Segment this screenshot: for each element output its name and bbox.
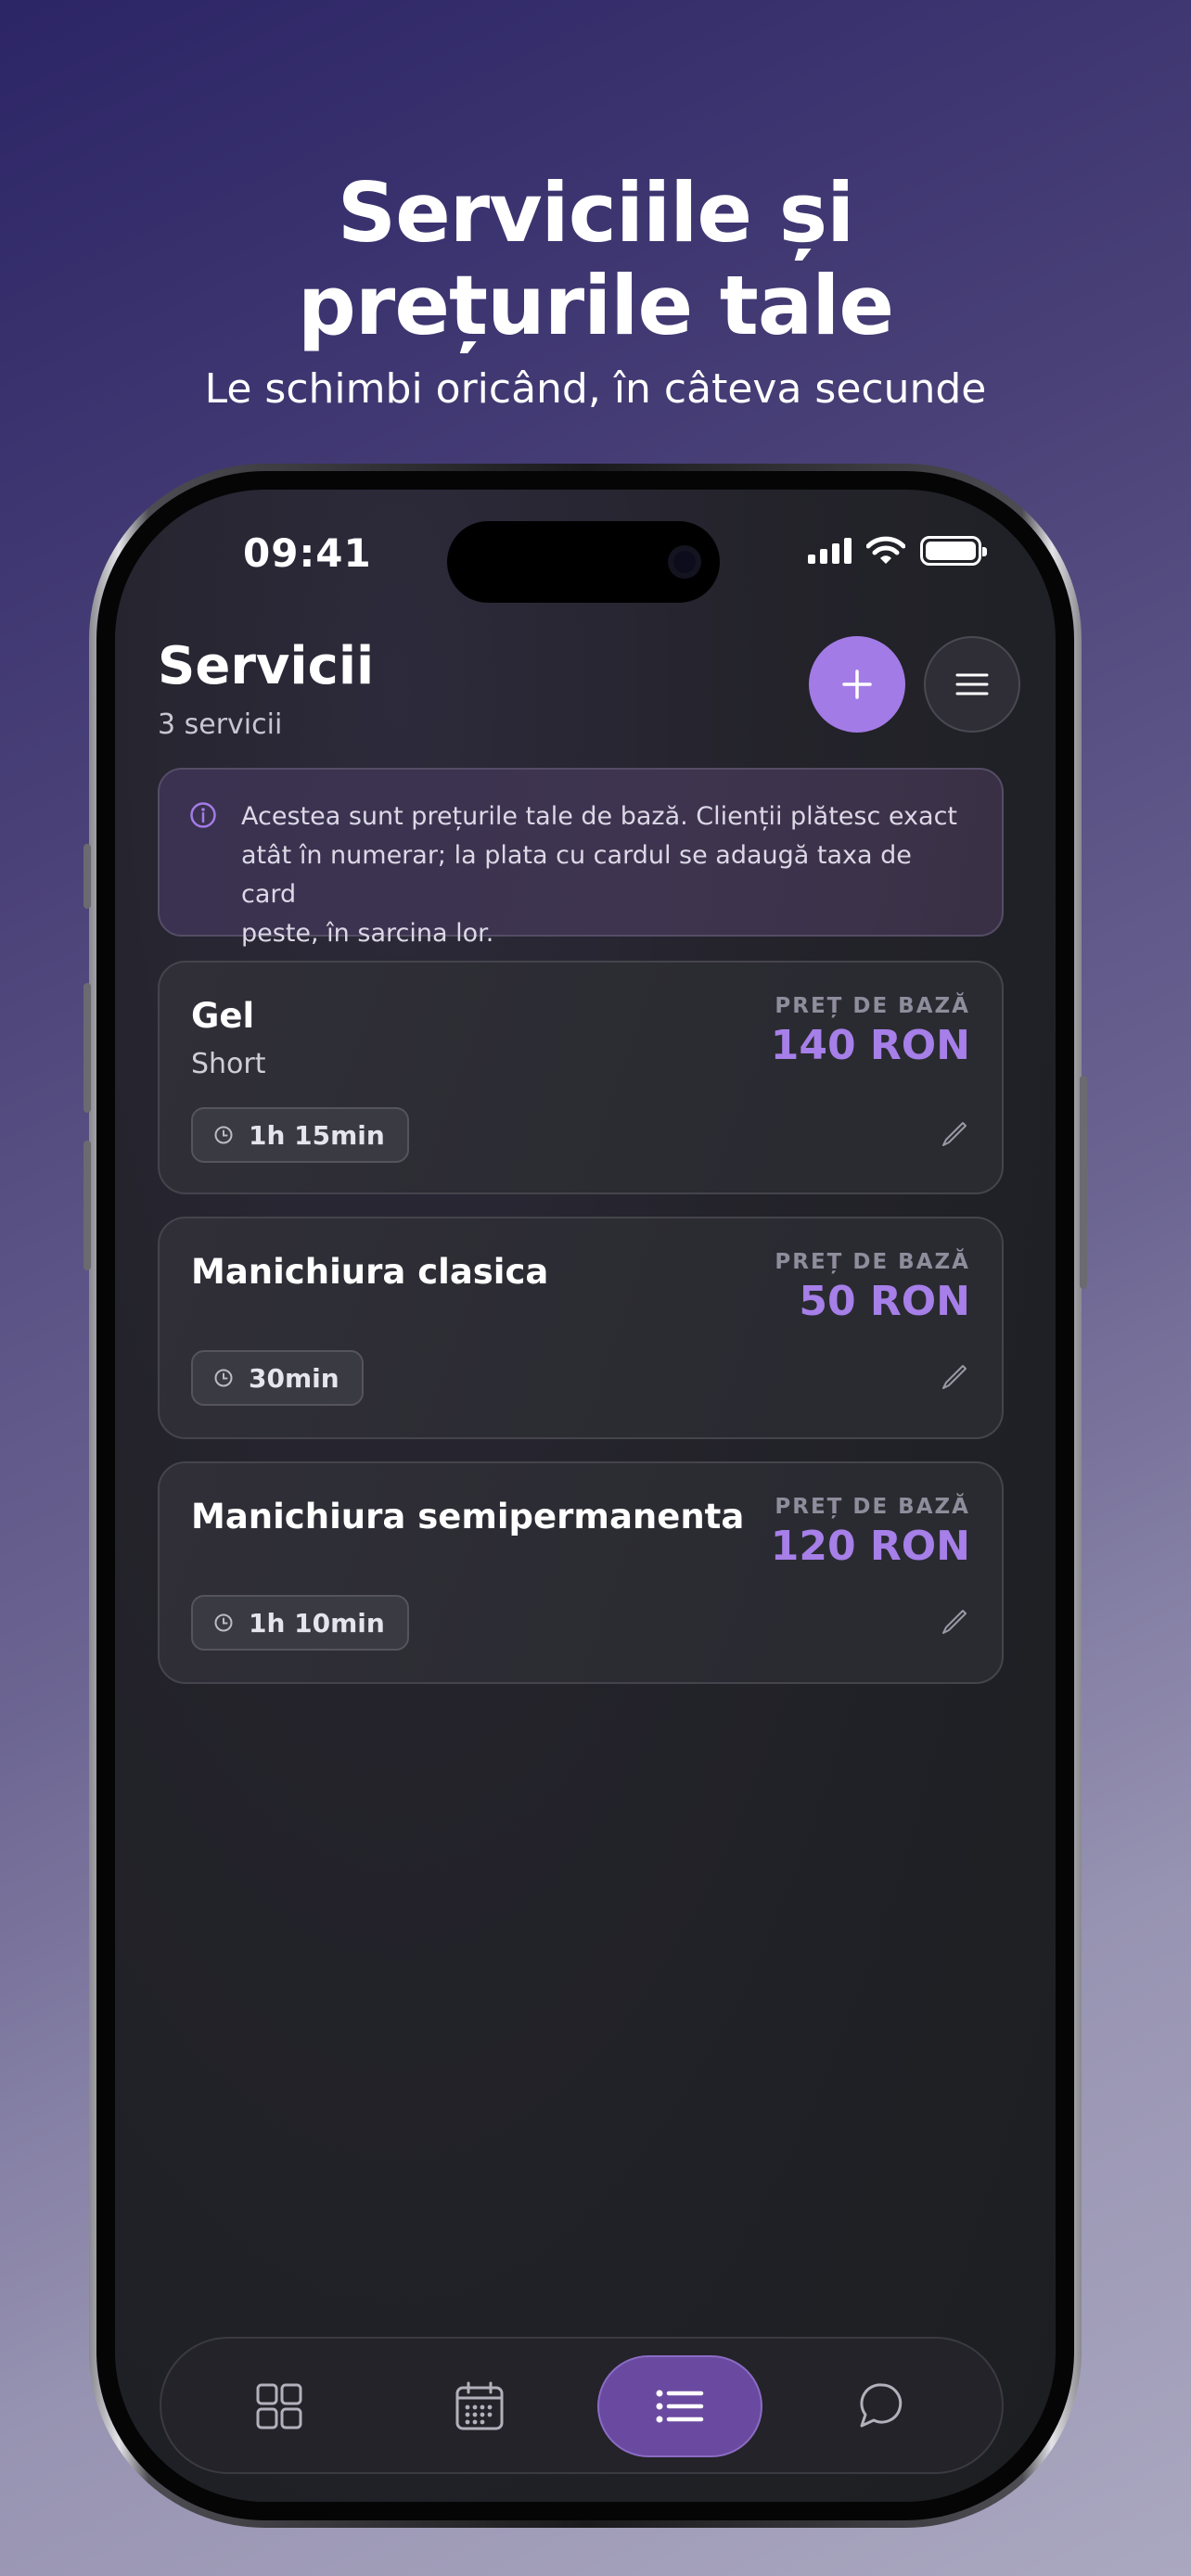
phone-power-button: [1080, 1076, 1087, 1289]
base-price-label: PREȚ DE BAZĂ: [775, 1250, 970, 1274]
wifi-icon: [866, 536, 905, 564]
hero-subtitle: Le schimbi oricând, în câteva secunde: [204, 365, 987, 413]
base-price-label: PREȚ DE BAZĂ: [775, 994, 970, 1018]
service-price: 120 RON: [770, 1523, 970, 1570]
phone-silent-switch: [83, 844, 91, 909]
clock-icon: [214, 1369, 233, 1387]
tab-calendar[interactable]: [397, 2355, 562, 2457]
service-card-manichiura-semipermanenta[interactable]: Manichiura semipermanenta PREȚ DE BAZĂ 1…: [158, 1461, 1004, 1684]
hamburger-menu-icon: [955, 673, 989, 695]
hero-title-line-1: Serviciile și: [337, 165, 855, 261]
service-name: Gel: [191, 996, 255, 1036]
clock-icon: [214, 1613, 233, 1632]
duration-badge: 30min: [191, 1350, 364, 1406]
hero-section: Serviciile și prețurile tale Le schimbi …: [0, 167, 1191, 414]
edit-pencil-icon[interactable]: [939, 1361, 970, 1393]
camera-icon: [668, 545, 701, 579]
info-text-line-1: Acestea sunt prețurile tale de bază. Cli…: [241, 802, 958, 831]
phone-frame: 09:41 Servicii 3 servicii Acestea sunt p…: [83, 464, 1087, 2528]
edit-pencil-icon[interactable]: [939, 1606, 970, 1638]
calendar-icon: [455, 2381, 504, 2430]
phone-bezel: 09:41 Servicii 3 servicii Acestea sunt p…: [96, 471, 1074, 2520]
dynamic-island: [447, 521, 720, 603]
tab-messages[interactable]: [798, 2355, 963, 2457]
chat-icon: [860, 2383, 903, 2428]
hero-title: Serviciile și prețurile tale: [0, 167, 1191, 352]
service-price: 50 RON: [799, 1278, 970, 1325]
grid-icon: [256, 2383, 302, 2429]
page-title: Servicii: [158, 636, 375, 696]
phone-volume-down: [83, 1141, 91, 1270]
duration-text: 30min: [249, 1362, 339, 1394]
tab-dashboard[interactable]: [197, 2355, 362, 2457]
status-time: 09:41: [243, 530, 372, 576]
bottom-tab-bar: [160, 2337, 1004, 2474]
battery-icon: [920, 536, 987, 566]
service-card-gel[interactable]: Gel Short PREȚ DE BAZĂ 140 RON 1h 15min: [158, 961, 1004, 1194]
duration-badge: 1h 10min: [191, 1595, 409, 1651]
duration-badge: 1h 15min: [191, 1107, 409, 1163]
clock-icon: [214, 1126, 233, 1144]
info-text-line-2: atât în numerar; la plata cu cardul se a…: [241, 841, 912, 909]
status-icons: [808, 536, 987, 566]
base-price-label: PREȚ DE BAZĂ: [775, 1495, 970, 1519]
service-name: Manichiura semipermanenta: [191, 1497, 745, 1537]
duration-text: 1h 10min: [249, 1607, 385, 1639]
hero-title-line-2: prețurile tale: [297, 258, 894, 353]
info-banner: Acestea sunt prețurile tale de bază. Cli…: [158, 768, 1004, 948]
phone-volume-up: [83, 983, 91, 1113]
duration-text: 1h 15min: [249, 1119, 385, 1151]
services-count: 3 servicii: [158, 708, 283, 741]
edit-pencil-icon[interactable]: [939, 1118, 970, 1150]
info-text: Acestea sunt prețurile tale de bază. Cli…: [241, 797, 970, 953]
service-name: Manichiura clasica: [191, 1252, 549, 1292]
add-service-button[interactable]: [809, 636, 905, 733]
service-price: 140 RON: [770, 1022, 970, 1069]
list-icon: [656, 2390, 704, 2423]
service-variant: Short: [191, 1048, 266, 1080]
app-screen: 09:41 Servicii 3 servicii Acestea sunt p…: [115, 490, 1056, 2502]
info-text-line-3: peste, în sarcina lor.: [241, 919, 494, 948]
menu-button[interactable]: [924, 636, 1020, 733]
service-card-manichiura-clasica[interactable]: Manichiura clasica PREȚ DE BAZĂ 50 RON 3…: [158, 1217, 1004, 1439]
info-icon: [190, 802, 216, 828]
plus-icon: [842, 670, 872, 699]
tab-services[interactable]: [597, 2355, 762, 2457]
cellular-signal-icon: [808, 538, 852, 564]
